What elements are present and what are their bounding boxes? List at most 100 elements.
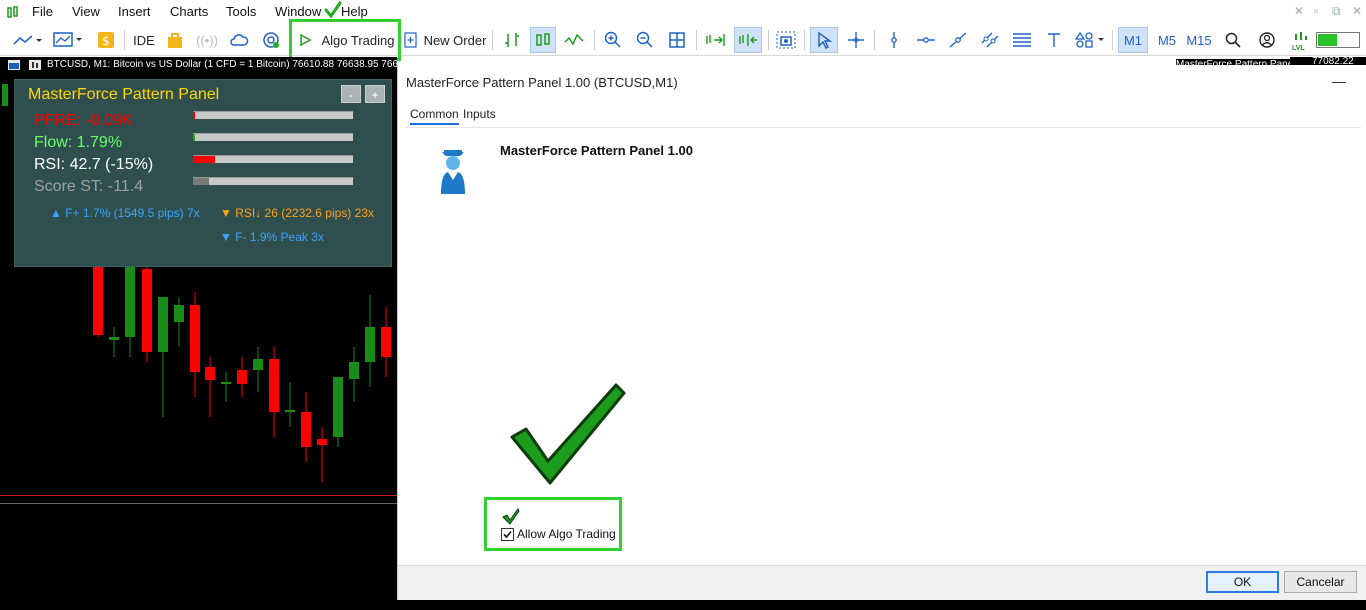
chart-shift-icon[interactable] — [734, 27, 762, 53]
pfre-value: PFRE: -0.09K — [34, 112, 133, 129]
lvl-icon[interactable]: LVL — [1292, 30, 1310, 52]
channel-icon[interactable] — [978, 27, 1002, 53]
timeframe-m5-button[interactable]: M5 — [1154, 27, 1180, 53]
flow-value: Flow: 1.79% — [34, 134, 123, 151]
toolbar: $ IDE ((•)) Algo Trading New Order M1 M5… — [0, 24, 1366, 56]
rsi-value: RSI: 42.7 (-15%) — [34, 156, 154, 173]
app-logo-icon — [7, 6, 18, 18]
zoom-out-icon[interactable] — [634, 27, 656, 53]
pin-icon[interactable]: ✕ — [1294, 4, 1304, 18]
candle-body — [93, 267, 103, 335]
account-icon[interactable] — [1256, 27, 1278, 53]
candle-body — [365, 327, 375, 362]
cancel-button[interactable]: Cancelar — [1284, 571, 1357, 593]
chart-template-icon[interactable] — [50, 27, 86, 53]
check-mark-icon — [502, 508, 520, 525]
candlestick-chart-icon[interactable] — [530, 27, 556, 53]
menu-help[interactable]: Help — [341, 4, 368, 19]
dialog-footer: OK Cancelar — [398, 565, 1366, 600]
tab-common[interactable]: Common — [410, 107, 459, 125]
bar-chart-icon[interactable] — [500, 27, 524, 53]
line-chart-icon[interactable] — [562, 27, 586, 53]
tab-divider — [406, 127, 1361, 128]
new-order-button[interactable]: New Order — [402, 27, 488, 53]
candle-body — [125, 267, 135, 337]
menu-charts[interactable]: Charts — [170, 4, 208, 19]
cursor-icon[interactable] — [810, 27, 838, 53]
masterforce-panel: MasterForce Pattern Panel - + PFRE: -0.0… — [14, 79, 392, 267]
ide-button[interactable]: IDE — [132, 27, 156, 53]
zoom-in-icon[interactable] — [602, 27, 624, 53]
allow-algo-trading-checkbox[interactable] — [501, 528, 514, 541]
line-chart-dropdown-icon[interactable] — [10, 27, 44, 53]
cloud-icon[interactable] — [228, 27, 250, 53]
rsi-bar — [193, 155, 353, 163]
menu-insert[interactable]: Insert — [118, 4, 151, 19]
score-st-value: Score ST: -11.4 — [34, 178, 144, 195]
panel-minimize-button[interactable]: - — [341, 85, 361, 103]
flow-bar-fill — [193, 134, 195, 141]
crosshair-icon[interactable] — [844, 27, 868, 53]
level-meter-fill — [1318, 34, 1337, 46]
check-mark-icon — [324, 1, 342, 19]
score-st-bar — [193, 177, 353, 185]
screenshot-icon[interactable] — [774, 27, 798, 53]
fibonacci-icon[interactable] — [1010, 27, 1034, 53]
panel-title: MasterForce Pattern Panel — [28, 86, 220, 103]
restore-icon[interactable]: ⧉ — [1332, 4, 1341, 19]
time-scale-strip — [0, 600, 1366, 610]
market-bag-icon[interactable] — [164, 27, 186, 53]
toolbar-separator — [492, 30, 493, 50]
search-icon[interactable] — [1222, 27, 1244, 53]
pfre-bar — [193, 111, 353, 119]
vps-icon[interactable] — [260, 27, 282, 53]
ask-price-line — [0, 503, 397, 504]
ok-button[interactable]: OK — [1206, 571, 1279, 593]
bid-price-line — [0, 495, 397, 496]
candle-body — [190, 305, 200, 372]
shapes-dropdown-icon[interactable] — [1072, 27, 1108, 53]
menu-tools[interactable]: Tools — [226, 4, 256, 19]
dialog-title: MasterForce Pattern Panel 1.00 (BTCUSD,M… — [406, 75, 678, 90]
lvl-label: LVL — [1292, 45, 1305, 52]
rsi-bar-fill — [193, 156, 216, 163]
allow-algo-trading-label[interactable]: Allow Algo Trading — [517, 527, 616, 541]
terminal-window: File View Insert Charts Tools Window Hel… — [0, 0, 1366, 610]
trend-line-icon[interactable] — [946, 27, 970, 53]
new-order-icon — [403, 32, 417, 48]
f-minus-stat: ▼ F- 1.9% Peak 3x — [220, 230, 324, 244]
svg-text:$: $ — [102, 34, 110, 48]
pfre-bar-fill — [193, 112, 195, 119]
candle-body — [142, 269, 152, 352]
algo-trading-highlight — [289, 19, 401, 61]
menu-bar: File View Insert Charts Tools Window Hel… — [0, 0, 1366, 24]
close-icon[interactable]: ✕ — [1352, 4, 1362, 18]
signals-icon[interactable]: ((•)) — [196, 27, 218, 53]
timeframe-m1-button[interactable]: M1 — [1118, 27, 1148, 53]
minimize-icon[interactable]: ▫ — [1314, 4, 1318, 18]
dollar-icon[interactable]: $ — [96, 27, 116, 53]
dialog-minimize-button[interactable]: — — [1332, 73, 1346, 89]
f-plus-stat: ▲ F+ 1.7% (1549.5 pips) 7x — [50, 206, 200, 220]
tab-inputs[interactable]: Inputs — [463, 107, 496, 121]
toolbar-separator — [594, 30, 595, 50]
level-meter — [1316, 32, 1360, 48]
menu-window[interactable]: Window — [275, 4, 321, 19]
timeframe-m15-button[interactable]: M15 — [1184, 27, 1214, 53]
allow-algo-trading-highlight: Allow Algo Trading — [484, 497, 622, 551]
menu-file[interactable]: File — [32, 4, 53, 19]
rsi-down-stat: ▼ RSI↓ 26 (2232.6 pips) 23x — [220, 206, 374, 220]
menu-view[interactable]: View — [72, 4, 100, 19]
candle-body — [205, 367, 215, 380]
toolbar-separator — [124, 30, 125, 50]
toolbar-separator — [696, 30, 697, 50]
toolbar-separator — [874, 30, 875, 50]
candle-body — [237, 370, 247, 384]
scroll-to-end-icon[interactable] — [702, 27, 728, 53]
horizontal-line-icon[interactable] — [914, 27, 938, 53]
text-tool-icon[interactable] — [1042, 27, 1066, 53]
vertical-line-icon[interactable] — [882, 27, 906, 53]
tile-windows-icon[interactable] — [666, 27, 688, 53]
panel-expand-button[interactable]: + — [365, 85, 385, 103]
candle-body — [285, 410, 295, 412]
